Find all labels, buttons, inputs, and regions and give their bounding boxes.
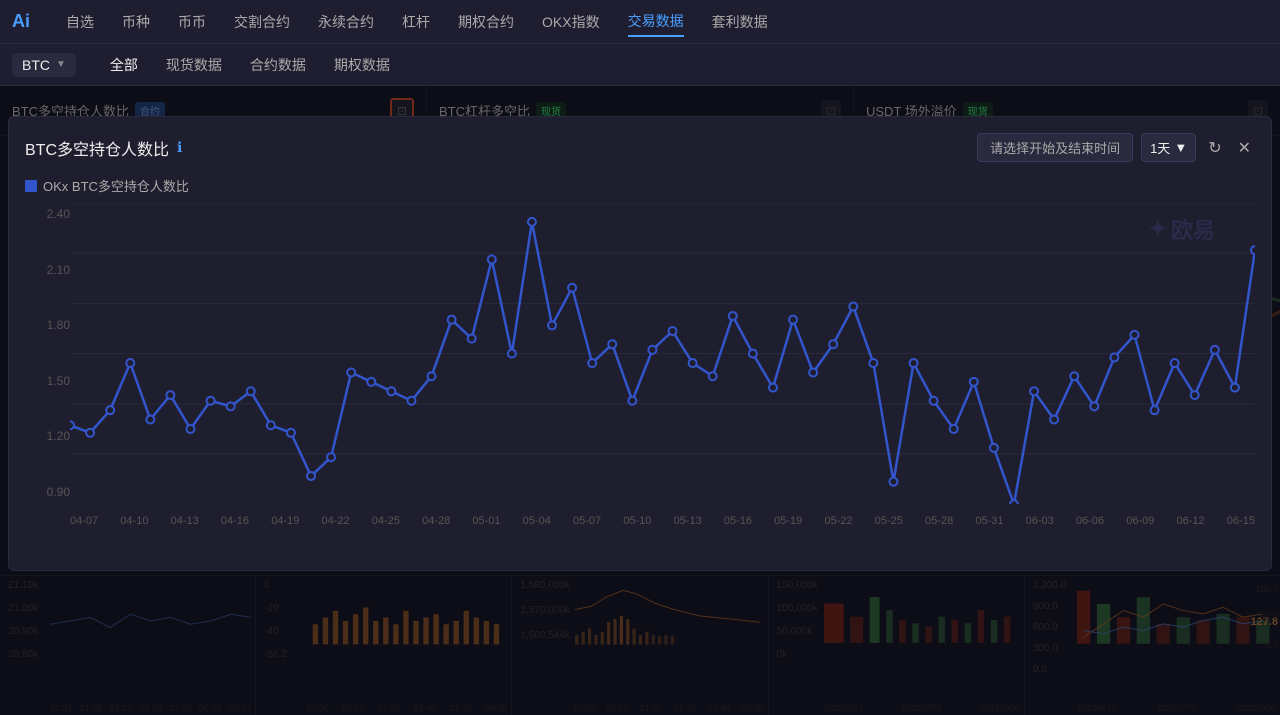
nav-item-yongxu[interactable]: 永续合约 bbox=[318, 8, 374, 36]
dropdown-arrow-icon: ▼ bbox=[56, 59, 66, 70]
x-label-0428: 04-28 bbox=[422, 515, 450, 527]
modal-header: BTC多空持仓人数比 ℹ 请选择开始及结束时间 1天 ▼ ↻ ✕ bbox=[25, 133, 1255, 162]
chart-legend: OKx BTC多空持仓人数比 bbox=[25, 176, 1255, 195]
x-label-0410: 04-10 bbox=[120, 515, 148, 527]
close-button[interactable]: ✕ bbox=[1234, 136, 1255, 160]
x-label-0501: 05-01 bbox=[472, 515, 500, 527]
legend-color-dot bbox=[25, 180, 37, 192]
sub-tab-contract[interactable]: 合约数据 bbox=[236, 47, 320, 83]
y-label-180: 1.80 bbox=[25, 318, 70, 332]
x-label-0413: 04-13 bbox=[171, 515, 199, 527]
x-label-0510: 05-10 bbox=[623, 515, 651, 527]
x-label-0603: 06-03 bbox=[1026, 515, 1054, 527]
x-label-0612: 06-12 bbox=[1177, 515, 1205, 527]
period-arrow-icon: ▼ bbox=[1174, 140, 1187, 155]
chart-modal: BTC多空持仓人数比 ℹ 请选择开始及结束时间 1天 ▼ ↻ ✕ OKx BTC… bbox=[8, 116, 1272, 571]
logo: Ai bbox=[12, 11, 30, 32]
y-label-120: 1.20 bbox=[25, 429, 70, 443]
top-navigation: Ai 自选 币种 币币 交割合约 永续合约 杠杆 期权合约 OKX指数 交易数据… bbox=[0, 0, 1280, 44]
nav-item-jiaoyishuju[interactable]: 交易数据 bbox=[628, 7, 684, 37]
x-label-0528: 05-28 bbox=[925, 515, 953, 527]
sub-tab-all[interactable]: 全部 bbox=[96, 47, 152, 83]
main-chart: ✦ 欧易 2.40 2.10 1.80 1.50 1.20 0.90 bbox=[25, 203, 1255, 533]
sub-tab-options[interactable]: 期权数据 bbox=[320, 47, 404, 83]
x-label-0615: 06-15 bbox=[1227, 515, 1255, 527]
btc-dropdown[interactable]: BTC ▼ bbox=[12, 53, 76, 77]
y-label-210: 2.10 bbox=[25, 263, 70, 277]
x-label-0519: 05-19 bbox=[774, 515, 802, 527]
y-label-090: 0.90 bbox=[25, 485, 70, 499]
x-label-0422: 04-22 bbox=[321, 515, 349, 527]
x-label-0522: 05-22 bbox=[824, 515, 852, 527]
date-picker-button[interactable]: 请选择开始及结束时间 bbox=[977, 133, 1133, 162]
nav-item-bibi[interactable]: 币币 bbox=[178, 8, 206, 36]
x-label-0513: 05-13 bbox=[674, 515, 702, 527]
refresh-button[interactable]: ↻ bbox=[1204, 136, 1225, 160]
nav-item-okxzhibiao[interactable]: OKX指数 bbox=[542, 8, 600, 36]
x-label-0606: 06-06 bbox=[1076, 515, 1104, 527]
nav-item-qiquan[interactable]: 期权合约 bbox=[458, 8, 514, 36]
y-label-240: 2.40 bbox=[25, 207, 70, 221]
x-label-0609: 06-09 bbox=[1126, 515, 1154, 527]
x-axis: 04-07 04-10 04-13 04-16 04-19 04-22 04-2… bbox=[70, 509, 1255, 533]
x-label-0525: 05-25 bbox=[875, 515, 903, 527]
btc-dropdown-value: BTC bbox=[22, 57, 50, 73]
x-label-0407: 04-07 bbox=[70, 515, 98, 527]
y-label-150: 1.50 bbox=[25, 374, 70, 388]
x-label-0507: 05-07 bbox=[573, 515, 601, 527]
x-label-0504: 05-04 bbox=[523, 515, 551, 527]
x-label-0419: 04-19 bbox=[271, 515, 299, 527]
sub-navigation: BTC ▼ 全部 现货数据 合约数据 期权数据 bbox=[0, 44, 1280, 86]
info-icon[interactable]: ℹ bbox=[177, 139, 182, 156]
nav-item-ganggan[interactable]: 杠杆 bbox=[402, 8, 430, 36]
x-label-0425: 04-25 bbox=[372, 515, 400, 527]
nav-item-jiaoge[interactable]: 交割合约 bbox=[234, 8, 290, 36]
modal-controls: 请选择开始及结束时间 1天 ▼ ↻ ✕ bbox=[977, 133, 1255, 162]
nav-item-taolishuju[interactable]: 套利数据 bbox=[712, 8, 768, 36]
x-label-0531: 05-31 bbox=[975, 515, 1003, 527]
modal-title: BTC多空持仓人数比 bbox=[25, 136, 169, 160]
sub-tab-spot[interactable]: 现货数据 bbox=[152, 47, 236, 83]
nav-item-bizhong[interactable]: 币种 bbox=[122, 8, 150, 36]
period-value: 1天 bbox=[1150, 138, 1170, 157]
legend-label: OKx BTC多空持仓人数比 bbox=[43, 176, 189, 195]
nav-item-zixuan[interactable]: 自选 bbox=[66, 8, 94, 36]
x-label-0416: 04-16 bbox=[221, 515, 249, 527]
y-axis: 2.40 2.10 1.80 1.50 1.20 0.90 bbox=[25, 203, 70, 503]
period-select[interactable]: 1天 ▼ bbox=[1141, 133, 1196, 162]
line-chart-svg bbox=[70, 203, 1255, 504]
x-label-0516: 05-16 bbox=[724, 515, 752, 527]
